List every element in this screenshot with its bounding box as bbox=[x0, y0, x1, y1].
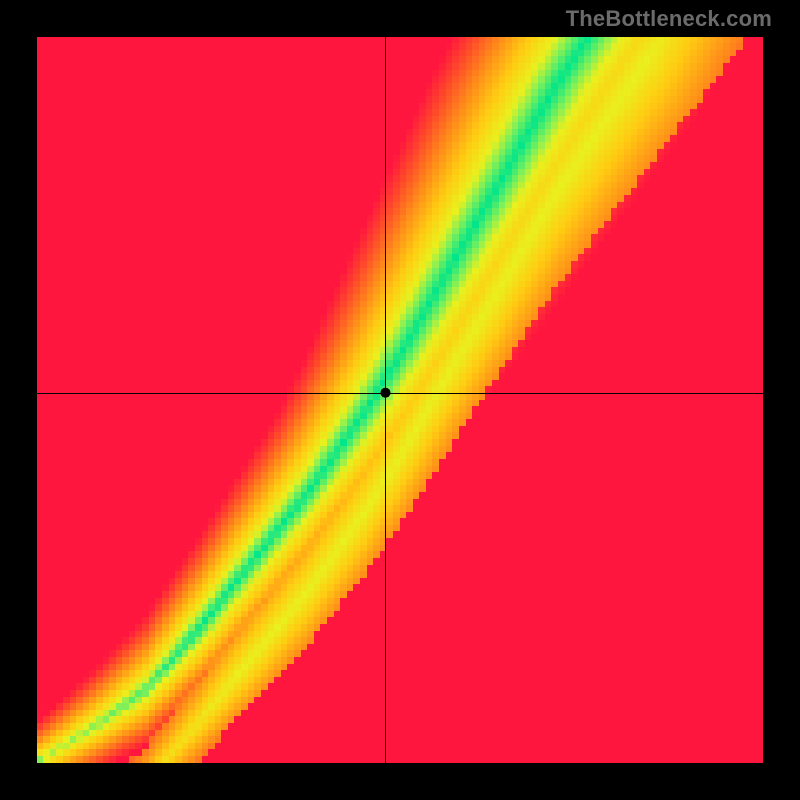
watermark-text: TheBottleneck.com bbox=[566, 6, 772, 32]
heatmap-canvas bbox=[37, 37, 763, 763]
chart-frame: TheBottleneck.com bbox=[0, 0, 800, 800]
